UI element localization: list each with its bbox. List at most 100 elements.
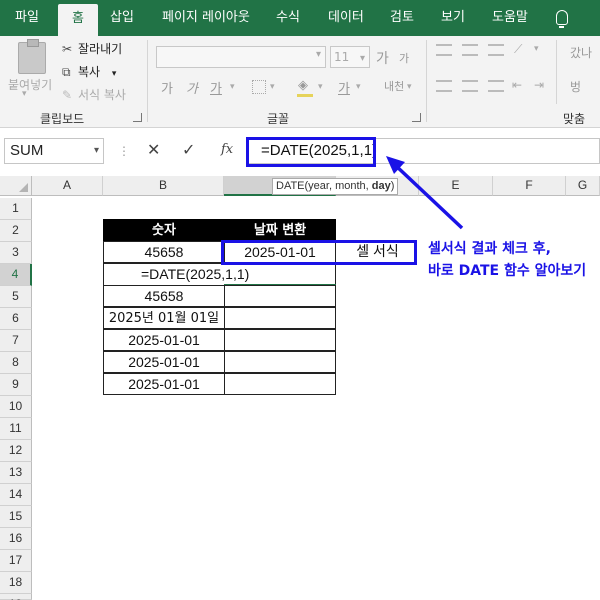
paste-icon[interactable]: [18, 39, 46, 74]
row-header[interactable]: 12: [0, 440, 32, 462]
chevron-down-icon[interactable]: ▾: [230, 82, 235, 92]
row-header[interactable]: 3: [0, 242, 32, 264]
tab-data[interactable]: 데이터: [328, 0, 364, 36]
cell-b3[interactable]: 45658: [103, 241, 225, 263]
cell-b4-formula[interactable]: =DATE(2025,1,1): [103, 263, 336, 285]
cell-c8[interactable]: [224, 351, 336, 373]
row-header[interactable]: 1: [0, 198, 32, 220]
row-header[interactable]: 17: [0, 550, 32, 572]
row-header[interactable]: 9: [0, 374, 32, 396]
tooltip-current-arg: day: [371, 180, 391, 192]
align-middle-icon[interactable]: [462, 44, 478, 56]
underline-button[interactable]: 가: [210, 78, 222, 97]
dialog-launcher-icon[interactable]: [133, 113, 142, 122]
shrink-font-button[interactable]: 가: [399, 50, 409, 66]
increase-indent-icon[interactable]: ⇥: [534, 78, 544, 92]
copy-label: 복사: [78, 65, 101, 79]
cell-c7[interactable]: [224, 329, 336, 351]
dialog-launcher-icon[interactable]: [412, 113, 421, 122]
tab-view[interactable]: 보기: [441, 0, 465, 36]
format-painter-button[interactable]: ✎ 서식 복사: [62, 86, 126, 103]
lightbulb-icon[interactable]: [556, 10, 568, 28]
formula-highlight-box: [246, 137, 376, 167]
orientation-icon[interactable]: ⟋: [514, 42, 522, 57]
cell-b8[interactable]: 2025-01-01: [103, 351, 225, 373]
column-header-f[interactable]: F: [493, 176, 566, 196]
tab-formulas[interactable]: 수식: [276, 0, 300, 36]
font-color-button[interactable]: 가: [338, 78, 350, 97]
header-cell-date[interactable]: 날짜 변환: [224, 219, 336, 241]
chevron-down-icon[interactable]: ▾: [356, 82, 361, 92]
insert-function-button[interactable]: fx: [221, 142, 233, 157]
borders-icon[interactable]: [252, 80, 266, 94]
grow-font-button[interactable]: 가: [376, 48, 389, 68]
align-top-icon[interactable]: [436, 44, 452, 56]
chevron-down-icon[interactable]: ▾: [112, 69, 117, 79]
cell-c5[interactable]: [224, 285, 336, 307]
column-header-g[interactable]: G: [566, 176, 600, 196]
row-header[interactable]: 7: [0, 330, 32, 352]
chevron-down-icon[interactable]: ▾: [94, 139, 99, 163]
chevron-down-icon: ▾: [359, 53, 365, 64]
cancel-button[interactable]: ✕: [147, 140, 160, 159]
chevron-down-icon[interactable]: ▾: [534, 44, 539, 54]
font-group-label: 글꼴: [267, 112, 290, 126]
row-header[interactable]: 8: [0, 352, 32, 374]
italic-button[interactable]: 가: [186, 78, 198, 97]
cell-b5[interactable]: 45658: [103, 285, 225, 307]
paste-button[interactable]: 붙여넣기: [8, 76, 52, 93]
chevron-down-icon[interactable]: ▾: [270, 82, 275, 92]
font-size-combo[interactable]: 11 ▾: [330, 46, 370, 68]
align-bottom-icon[interactable]: [488, 44, 504, 56]
name-box[interactable]: SUM ▾: [4, 138, 104, 164]
column-header-e[interactable]: E: [419, 176, 493, 196]
enter-button[interactable]: ✓: [182, 140, 195, 159]
tab-help[interactable]: 도움말: [492, 0, 528, 36]
chevron-down-icon: ▾: [315, 49, 321, 60]
cell-b6[interactable]: 2025년 01월 01일: [103, 307, 225, 329]
row-header[interactable]: 11: [0, 418, 32, 440]
phonetic-button[interactable]: 내천: [384, 78, 404, 94]
copy-button[interactable]: ⧉ 복사 ▾: [62, 63, 116, 80]
row-header[interactable]: 2: [0, 220, 32, 242]
row-header[interactable]: 16: [0, 528, 32, 550]
tab-file[interactable]: 파일: [15, 0, 39, 36]
select-all-button[interactable]: [0, 176, 32, 196]
row-header-selected[interactable]: 4: [0, 264, 32, 286]
column-header-a[interactable]: A: [32, 176, 103, 196]
decrease-indent-icon[interactable]: ⇤: [512, 78, 522, 92]
column-header-b[interactable]: B: [103, 176, 224, 196]
row-header[interactable]: 10: [0, 396, 32, 418]
align-right-icon[interactable]: [488, 80, 504, 92]
tab-insert[interactable]: 삽입: [110, 0, 134, 36]
x-icon: ✕: [147, 140, 161, 159]
align-left-icon[interactable]: [436, 80, 452, 92]
row-header[interactable]: 19: [0, 594, 32, 600]
row-header[interactable]: 18: [0, 572, 32, 594]
row-header[interactable]: 13: [0, 462, 32, 484]
row-header[interactable]: 15: [0, 506, 32, 528]
align-center-icon[interactable]: [462, 80, 478, 92]
row-header[interactable]: 6: [0, 308, 32, 330]
wrap-text-button[interactable]: 갔나: [570, 44, 592, 61]
chevron-down-icon[interactable]: ▾: [22, 89, 27, 99]
font-name-combo[interactable]: ▾: [156, 46, 326, 68]
bold-button[interactable]: 가: [161, 78, 173, 97]
tab-home[interactable]: 홈: [58, 4, 98, 36]
chevron-down-icon[interactable]: ▾: [407, 82, 412, 92]
merge-center-button[interactable]: 벙: [570, 78, 581, 95]
tab-page-layout[interactable]: 페이지 레이아웃: [162, 0, 250, 36]
row-header[interactable]: 14: [0, 484, 32, 506]
header-cell-number[interactable]: 숫자: [103, 219, 225, 241]
fill-color-icon[interactable]: ◈: [298, 78, 308, 93]
cell-c9[interactable]: [224, 373, 336, 395]
more-icon[interactable]: ⋮: [118, 144, 130, 158]
cell-b7[interactable]: 2025-01-01: [103, 329, 225, 351]
row-header[interactable]: 5: [0, 286, 32, 308]
tab-review[interactable]: 검토: [390, 0, 414, 36]
group-divider: [556, 40, 557, 104]
chevron-down-icon[interactable]: ▾: [318, 82, 323, 92]
cell-c6[interactable]: [224, 307, 336, 329]
cell-b9[interactable]: 2025-01-01: [103, 373, 225, 395]
cut-button[interactable]: ✂ 잘라내기: [62, 40, 122, 57]
